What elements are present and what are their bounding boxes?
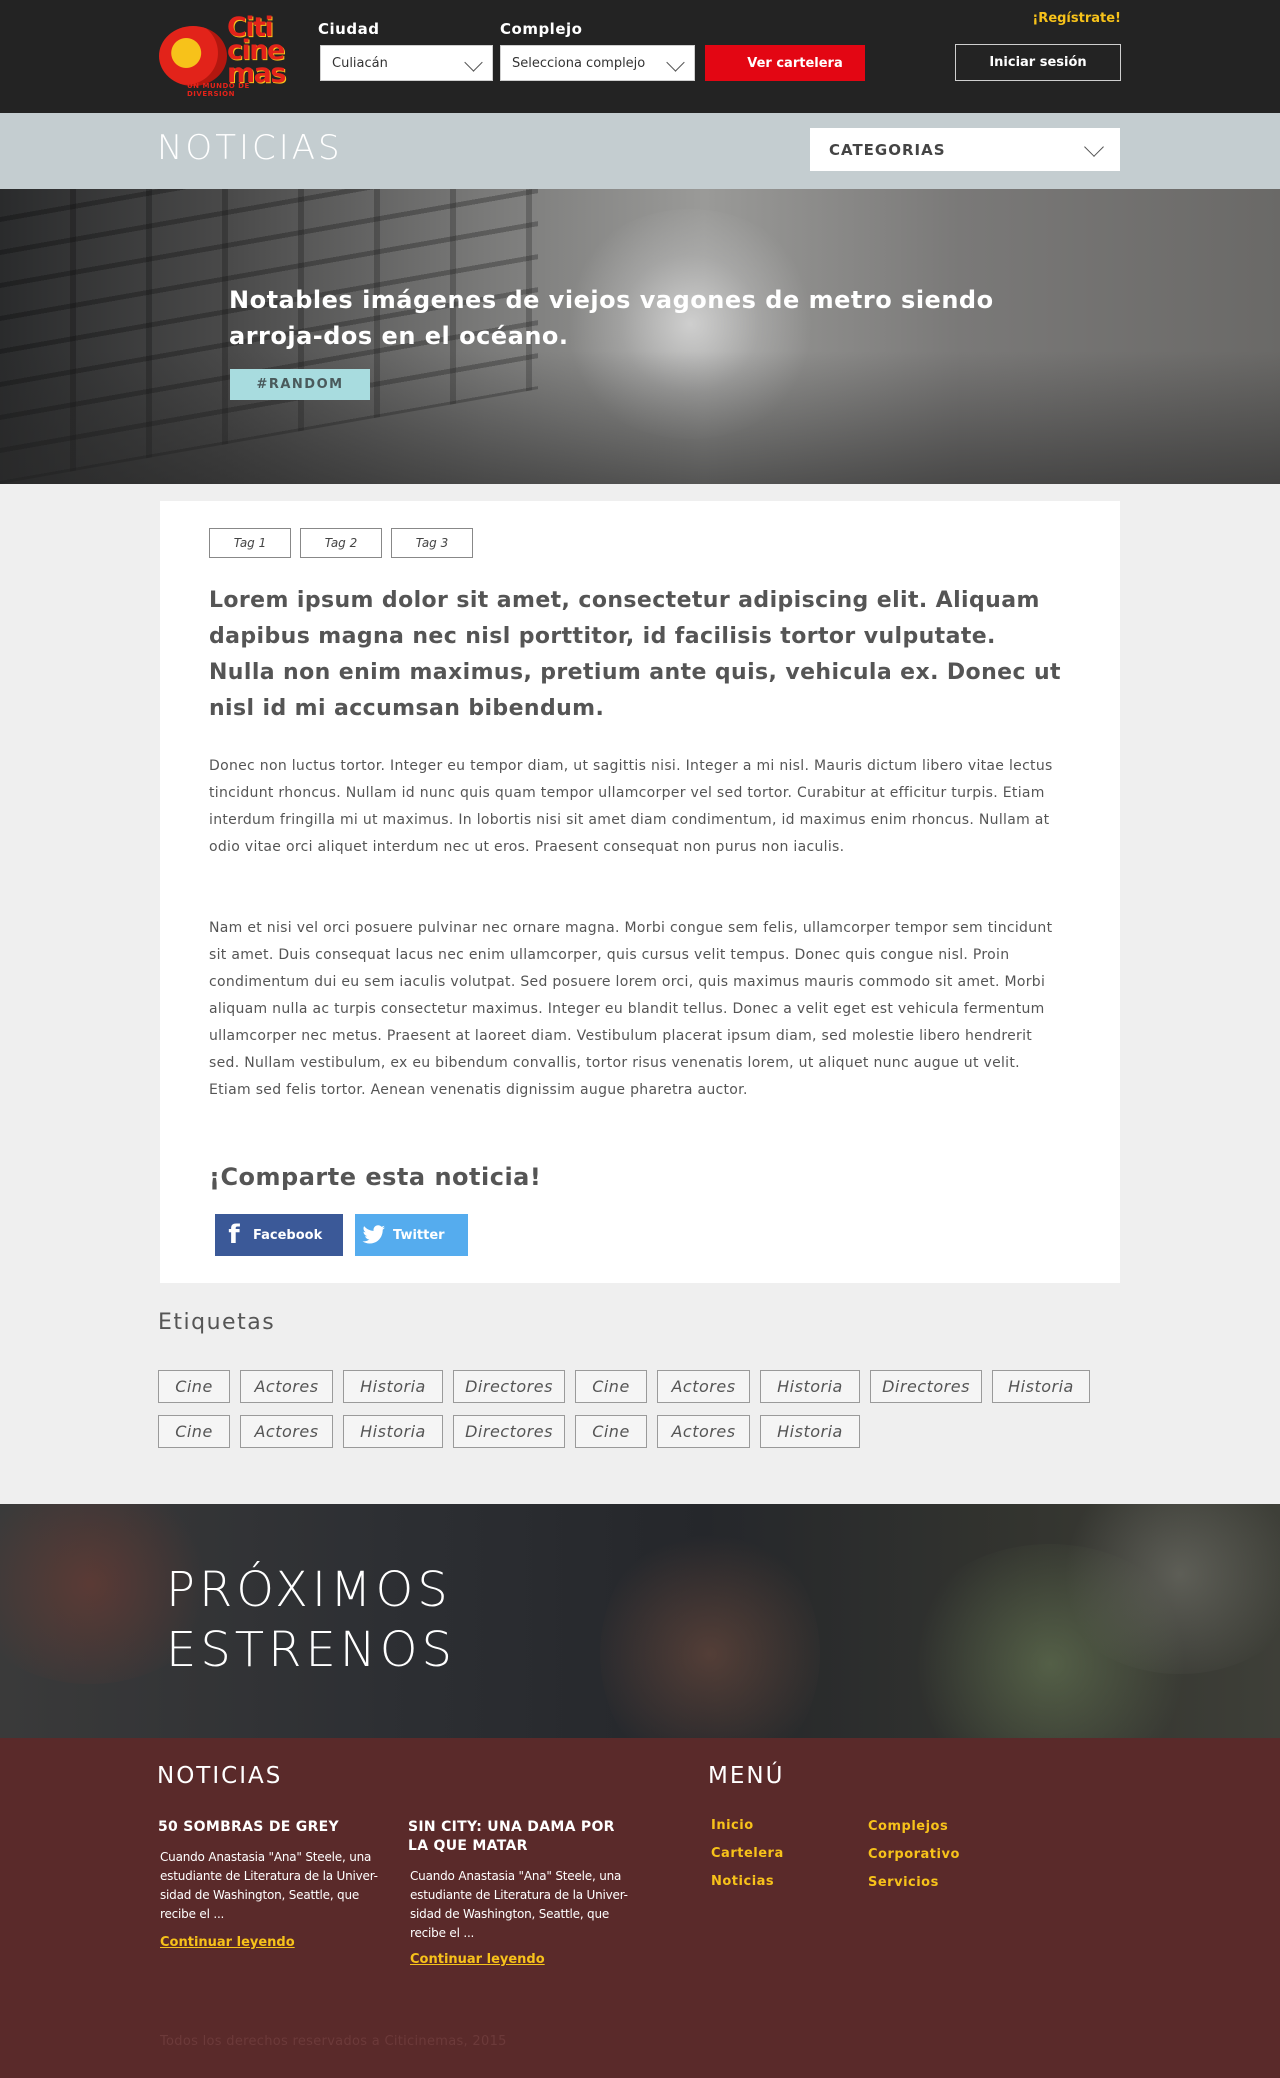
- hero-banner: Notables imágenes de viejos vagones de m…: [0, 189, 1280, 484]
- article-lead: Lorem ipsum dolor sit amet, consectetur …: [209, 588, 1061, 721]
- hero-category-tag[interactable]: #RANDOM: [230, 369, 370, 400]
- footer-menu-corporativo[interactable]: Corporativo: [868, 1847, 960, 1862]
- page-title: NOTICIAS: [157, 128, 343, 168]
- upcoming-releases-banner[interactable]: PRÓXIMOS ESTRENOS: [0, 1504, 1280, 1738]
- news-bar: NOTICIAS CATEGORIAS: [0, 113, 1280, 189]
- banner-art-shape: [600, 1524, 820, 1738]
- etiqueta-item[interactable]: Historia: [343, 1415, 443, 1448]
- citicinemas-logo[interactable]: Citi cine mas UN MUNDO DE DIVERSIÓN: [159, 14, 291, 98]
- upcoming-title: PRÓXIMOS ESTRENOS: [166, 1560, 456, 1680]
- footer-menu-noticias[interactable]: Noticias: [711, 1874, 774, 1889]
- article-card: Tag 1 Tag 2 Tag 3 Lorem ipsum dolor sit …: [160, 501, 1120, 1283]
- footer-menu-complejos[interactable]: Complejos: [868, 1819, 948, 1834]
- footer-news-item-title[interactable]: 50 SOMBRAS DE GREY: [158, 1818, 358, 1837]
- etiqueta-item[interactable]: Historia: [760, 1370, 860, 1403]
- article-paragraph: Nam et nisi vel orci posuere pulvinar ne…: [209, 920, 1053, 1098]
- hero-title: Notables imágenes de viejos vagones de m…: [229, 286, 994, 350]
- article-paragraph: Donec non luctus tortor. Integer eu temp…: [209, 758, 1053, 855]
- chevron-down-icon: [464, 53, 483, 72]
- ver-cartelera-button[interactable]: Ver cartelera: [705, 45, 865, 81]
- logo-tagline: UN MUNDO DE DIVERSIÓN: [187, 82, 250, 98]
- article-tag[interactable]: Tag 1: [209, 528, 291, 558]
- logo-reel-icon: [159, 26, 227, 86]
- etiqueta-item[interactable]: Actores: [657, 1370, 750, 1403]
- footer-menu-cartelera[interactable]: Cartelera: [711, 1846, 784, 1861]
- etiqueta-item[interactable]: Cine: [158, 1370, 230, 1403]
- complex-select-value: Selecciona complejo: [512, 56, 646, 71]
- etiqueta-item[interactable]: Directores: [870, 1370, 982, 1403]
- complex-select[interactable]: Selecciona complejo: [500, 45, 695, 81]
- etiquetas-title: Etiquetas: [158, 1310, 276, 1335]
- etiqueta-item[interactable]: Historia: [760, 1415, 860, 1448]
- footer-menu-inicio[interactable]: Inicio: [711, 1818, 754, 1833]
- etiqueta-item[interactable]: Directores: [453, 1415, 565, 1448]
- etiqueta-item[interactable]: Cine: [575, 1370, 647, 1403]
- login-button[interactable]: Iniciar sesión: [955, 44, 1121, 81]
- share-title: ¡Comparte esta noticia!: [209, 1163, 542, 1191]
- register-link[interactable]: ¡Regístrate!: [1032, 11, 1121, 26]
- etiqueta-item[interactable]: Historia: [992, 1370, 1090, 1403]
- upcoming-title-line: PRÓXIMOS: [166, 1562, 452, 1618]
- article-tag[interactable]: Tag 3: [391, 528, 473, 558]
- footer-news-item-title[interactable]: SIN CITY: UNA DAMA POR LA QUE MATAR: [408, 1818, 628, 1856]
- footer-news-item-desc: Cuando Anastasia "Ana" Steele, una estud…: [160, 1850, 378, 1921]
- copyright-text: Todos los derechos reservados a Citicine…: [160, 2034, 507, 2049]
- etiqueta-item[interactable]: Historia: [343, 1370, 443, 1403]
- facebook-label: Facebook: [253, 1227, 323, 1243]
- site-footer: NOTICIAS 50 SOMBRAS DE GREY Cuando Anast…: [0, 1738, 1280, 2078]
- facebook-icon: f: [228, 1220, 240, 1250]
- footer-news-title: NOTICIAS: [157, 1763, 283, 1789]
- upcoming-title-line: ESTRENOS: [166, 1622, 456, 1678]
- continue-reading-link[interactable]: Continuar leyendo: [160, 1935, 295, 1950]
- footer-menu-servicios[interactable]: Servicios: [868, 1875, 939, 1890]
- city-select[interactable]: Culiacán: [320, 45, 493, 81]
- complex-label: Complejo: [500, 20, 583, 38]
- article-tags: Tag 1 Tag 2 Tag 3: [209, 528, 473, 558]
- twitter-share-button[interactable]: Twitter: [355, 1214, 468, 1256]
- etiqueta-item[interactable]: Directores: [453, 1370, 565, 1403]
- footer-news-item-desc: Cuando Anastasia "Ana" Steele, una estud…: [410, 1869, 628, 1940]
- etiqueta-item[interactable]: Actores: [240, 1370, 333, 1403]
- city-label: Ciudad: [318, 20, 380, 38]
- etiqueta-item[interactable]: Actores: [240, 1415, 333, 1448]
- facebook-share-button[interactable]: f Facebook: [215, 1214, 343, 1256]
- footer-menu-title: MENÚ: [708, 1763, 785, 1789]
- chevron-down-icon: [666, 53, 685, 72]
- top-header: Citi cine mas UN MUNDO DE DIVERSIÓN Ciud…: [0, 0, 1280, 113]
- chevron-down-icon: [1084, 137, 1104, 157]
- article-tag[interactable]: Tag 2: [300, 528, 382, 558]
- etiquetas-list: Cine Actores Historia Directores Cine Ac…: [158, 1370, 1118, 1448]
- twitter-icon: [355, 1225, 393, 1245]
- twitter-label: Twitter: [393, 1227, 445, 1243]
- etiqueta-item[interactable]: Cine: [158, 1415, 230, 1448]
- categories-select[interactable]: CATEGORIAS: [810, 128, 1120, 171]
- etiqueta-item[interactable]: Actores: [657, 1415, 750, 1448]
- categories-select-value: CATEGORIAS: [829, 141, 946, 159]
- etiqueta-item[interactable]: Cine: [575, 1415, 647, 1448]
- city-select-value: Culiacán: [332, 56, 388, 71]
- continue-reading-link[interactable]: Continuar leyendo: [410, 1952, 545, 1967]
